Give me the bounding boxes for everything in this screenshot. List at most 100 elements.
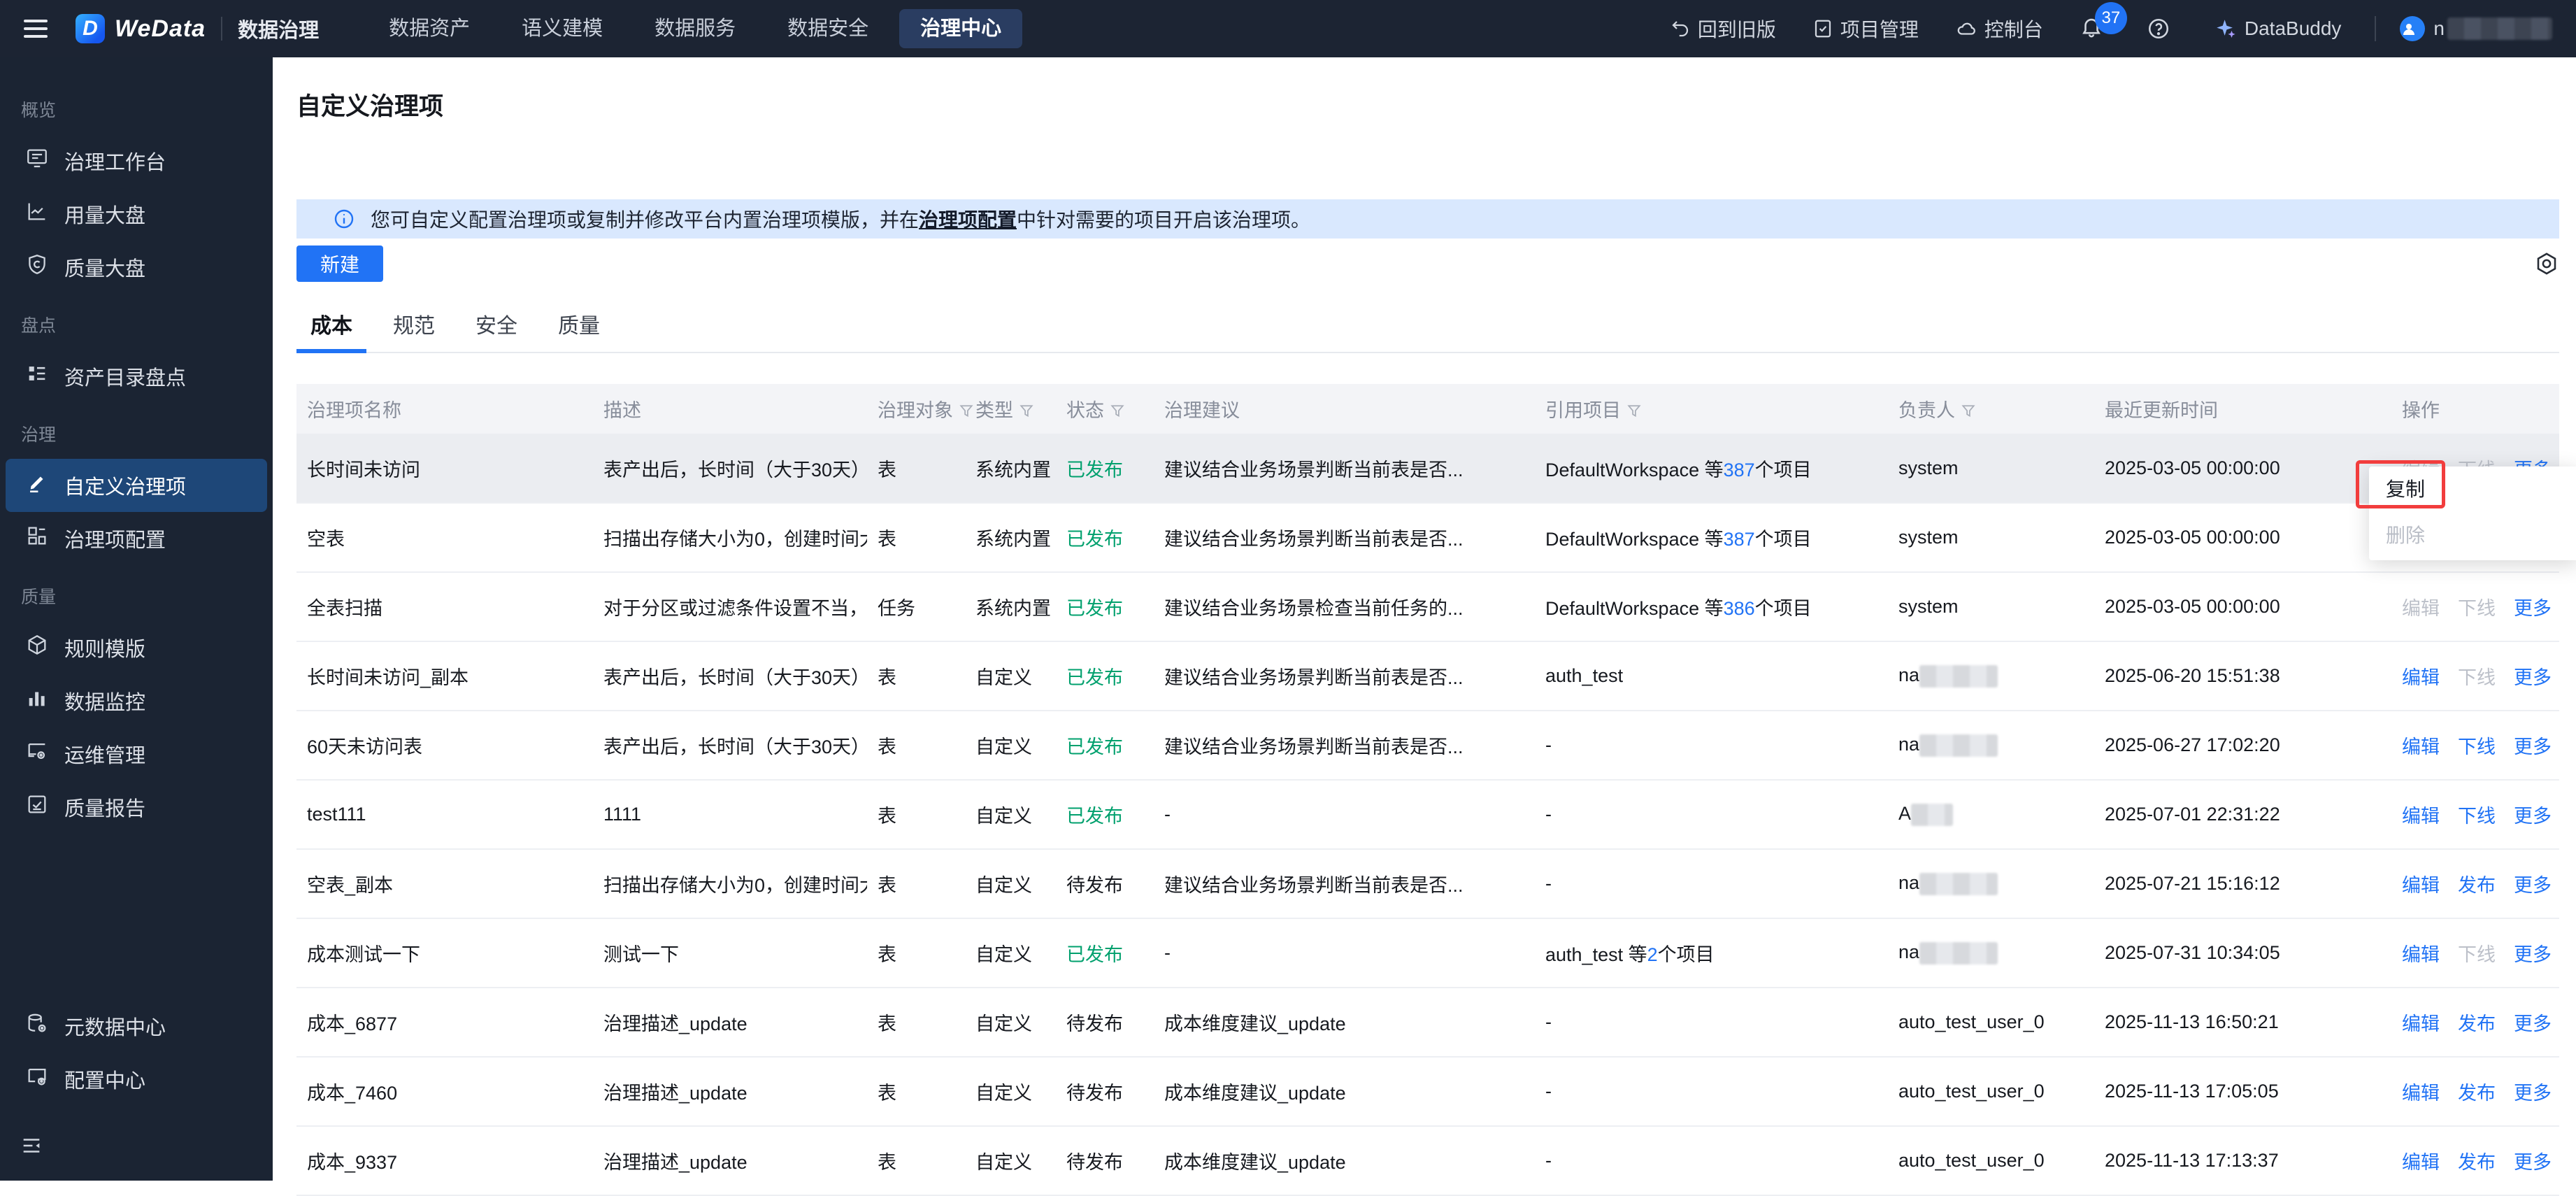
console-button[interactable]: 控制台 <box>1955 15 2043 43</box>
project-management-button[interactable]: 项目管理 <box>1812 15 1919 43</box>
ref-project-count[interactable]: 387 <box>1724 460 1755 480</box>
nav-item-3[interactable]: 数据安全 <box>766 9 889 48</box>
help-button[interactable] <box>2147 17 2177 41</box>
action-编辑[interactable]: 编辑 <box>2402 875 2440 896</box>
cell-status: 已发布 <box>1056 918 1154 988</box>
cell-owner: na <box>1888 711 2094 781</box>
action-编辑[interactable]: 编辑 <box>2402 944 2440 965</box>
sidebar-item-治理项配置[interactable]: 治理项配置 <box>6 512 267 565</box>
column-header-5: 治理建议 <box>1154 384 1535 434</box>
navbar-divider <box>221 17 223 41</box>
filter-icon[interactable] <box>953 400 974 421</box>
filter-icon[interactable] <box>1013 400 1034 421</box>
nav-item-4[interactable]: 治理中心 <box>899 9 1023 48</box>
databuddy-button[interactable]: DataBuddy <box>2214 17 2341 41</box>
navbar-items: 数据资产 语义建模 数据服务 数据安全 治理中心 <box>368 0 1032 57</box>
filter-icon[interactable] <box>1621 400 1642 421</box>
sidebar-item-规则模版[interactable]: 规则模版 <box>6 621 267 674</box>
ref-project-count[interactable]: 386 <box>1724 598 1755 619</box>
column-header-6: 引用项目 <box>1535 384 1888 434</box>
notifications-button[interactable]: 37 <box>2080 1 2127 43</box>
cell-ref-projects: - <box>1535 1126 1888 1196</box>
sidebar-item-运维管理[interactable]: 运维管理 <box>6 727 267 781</box>
nav-item-0[interactable]: 数据资产 <box>368 9 491 48</box>
action-编辑[interactable]: 编辑 <box>2402 806 2440 827</box>
ref-project-count[interactable]: 387 <box>1724 529 1755 550</box>
table-header: 治理项名称 描述 治理对象 类型 状态 治理建议 引用项目 负责人 最近更新时间 操作 <box>296 384 2559 434</box>
sidebar-item-配置中心[interactable]: 配置中心 <box>6 1053 267 1106</box>
action-更多[interactable]: 更多 <box>2514 667 2552 688</box>
cell-status: 已发布 <box>1056 503 1154 573</box>
action-发布[interactable]: 发布 <box>2458 875 2496 896</box>
sidebar-item-元数据中心[interactable]: 元数据中心 <box>6 999 267 1053</box>
action-编辑[interactable]: 编辑 <box>2402 736 2440 757</box>
cell-object: 表 <box>867 711 965 781</box>
action-更多[interactable]: 更多 <box>2514 1083 2552 1104</box>
sidebar-item-数据监控[interactable]: 数据监控 <box>6 674 267 727</box>
nav-item-2[interactable]: 数据服务 <box>634 9 757 48</box>
cell-owner: auto_test_user_0 <box>1888 1126 2094 1196</box>
sidebar-item-自定义治理项[interactable]: 自定义治理项 <box>6 459 267 512</box>
action-更多[interactable]: 更多 <box>2514 1152 2552 1173</box>
action-编辑[interactable]: 编辑 <box>2402 667 2440 688</box>
sidebar-item-用量大盘[interactable]: 用量大盘 <box>6 187 267 241</box>
filter-icon[interactable] <box>1104 400 1125 421</box>
action-下线: 下线 <box>2458 598 2496 619</box>
sidebar-section-label-2: 治理 <box>21 425 57 445</box>
filter-icon[interactable] <box>1955 400 1976 421</box>
menu-item-copy[interactable]: 复制 <box>2369 467 2576 513</box>
sidebar-item-质量报告[interactable]: 质量报告 <box>6 781 267 834</box>
info-banner: 您可自定义配置治理项或复制并修改平台内置治理项模版，并在 治理项配置 中针对需要的项… <box>296 199 2559 239</box>
new-button[interactable]: 新建 <box>296 245 383 282</box>
sidebar-item-质量大盘[interactable]: 质量大盘 <box>6 241 267 294</box>
cell-owner: auto_test_user_0 <box>1888 1057 2094 1127</box>
cell-description: 扫描出存储大小为0，创建时间大... <box>593 849 867 919</box>
action-更多[interactable]: 更多 <box>2514 806 2552 827</box>
cell-updated: 2025-11-13 17:05:05 <box>2094 1057 2391 1127</box>
action-下线[interactable]: 下线 <box>2458 736 2496 757</box>
action-编辑[interactable]: 编辑 <box>2402 1013 2440 1034</box>
cell-description: 扫描出存储大小为0，创建时间大... <box>593 503 867 573</box>
cell-status: 已发布 <box>1056 434 1154 504</box>
action-发布[interactable]: 发布 <box>2458 1152 2496 1173</box>
rule-box-icon <box>25 633 64 662</box>
cell-description: 测试一下 <box>593 918 867 988</box>
sidebar-item-资产目录盘点[interactable]: 资产目录盘点 <box>6 350 267 403</box>
banner-config-link[interactable]: 治理项配置 <box>919 205 1017 233</box>
navbar-right: 回到旧版 项目管理 控制台 37 DataBuddy n <box>1633 1 2552 43</box>
action-更多[interactable]: 更多 <box>2514 944 2552 965</box>
sidebar-section-label-1: 盘点 <box>21 316 57 336</box>
table-header-row: 治理项名称 描述 治理对象 类型 状态 治理建议 引用项目 负责人 最近更新时间 操作 <box>296 384 2559 434</box>
action-更多[interactable]: 更多 <box>2514 736 2552 757</box>
cell-updated: 2025-07-31 10:34:05 <box>2094 918 2391 988</box>
ref-project-count[interactable]: 2 <box>1647 944 1658 965</box>
user-avatar[interactable] <box>2400 16 2426 41</box>
cell-updated: 2025-11-13 17:13:37 <box>2094 1126 2391 1196</box>
back-to-old-button[interactable]: 回到旧版 <box>1670 15 1776 43</box>
sidebar-collapse-button[interactable] <box>20 1134 273 1161</box>
action-更多[interactable]: 更多 <box>2514 875 2552 896</box>
table-row-4: 60天未访问表 表产出后，长时间（大于30天）... 表自定义 已发布 建议结合业务场景… <box>296 711 2559 781</box>
action-下线[interactable]: 下线 <box>2458 806 2496 827</box>
cell-name: 成本测试一下 <box>296 918 593 988</box>
action-编辑[interactable]: 编辑 <box>2402 1083 2440 1104</box>
action-发布[interactable]: 发布 <box>2458 1083 2496 1104</box>
tab-成本[interactable]: 成本 <box>296 299 366 353</box>
hamburger-menu-icon[interactable] <box>24 20 48 38</box>
nav-item-1[interactable]: 语义建模 <box>501 9 624 48</box>
action-更多[interactable]: 更多 <box>2514 1013 2552 1034</box>
sidebar-item-治理工作台[interactable]: 治理工作台 <box>6 134 267 187</box>
workbench-icon <box>25 146 64 176</box>
action-更多[interactable]: 更多 <box>2514 598 2552 619</box>
cell-object: 表 <box>867 1126 965 1196</box>
cell-object: 表 <box>867 988 965 1058</box>
cell-actions: 编辑下线更多 <box>2391 918 2559 988</box>
tab-规范[interactable]: 规范 <box>379 299 449 352</box>
cell-advice: - <box>1154 780 1535 850</box>
action-编辑[interactable]: 编辑 <box>2402 1152 2440 1173</box>
cell-ref-projects: - <box>1535 711 1888 781</box>
tab-安全[interactable]: 安全 <box>461 299 531 352</box>
action-发布[interactable]: 发布 <box>2458 1013 2496 1034</box>
tab-质量[interactable]: 质量 <box>544 299 614 352</box>
table-settings-button[interactable] <box>2534 251 2559 280</box>
